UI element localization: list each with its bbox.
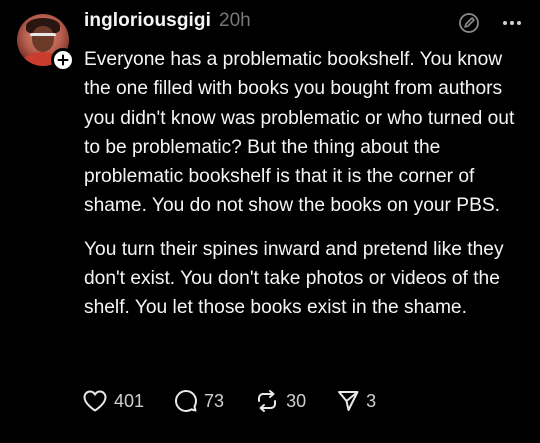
share-button[interactable]: 3 — [336, 389, 376, 413]
action-bar: 401 73 30 3 — [82, 389, 406, 413]
repost-icon — [258, 390, 277, 412]
follow-button[interactable] — [51, 48, 75, 72]
post-body: Everyone has a problematic bookshelf. Yo… — [84, 45, 524, 337]
avatar-glasses — [30, 33, 56, 40]
reply-count: 73 — [204, 390, 225, 411]
edit-button[interactable] — [458, 12, 480, 34]
post-header: ingloriousgigi 20h — [84, 10, 251, 38]
repost-count: 30 — [286, 390, 307, 411]
plus-icon — [57, 54, 69, 66]
reply-button[interactable]: 73 — [174, 389, 224, 413]
thread-post: ingloriousgigi 20h Everyone has a proble… — [0, 0, 540, 443]
more-icon — [503, 21, 521, 25]
comment-icon — [175, 390, 198, 412]
more-button[interactable] — [502, 20, 522, 26]
heart-icon — [83, 390, 107, 412]
repost-button[interactable]: 30 — [254, 389, 306, 413]
edit-icon — [459, 13, 479, 33]
header-actions — [458, 12, 522, 34]
post-paragraph: Everyone has a problematic bookshelf. Yo… — [84, 49, 515, 217]
post-paragraph: You turn their spines inward and pretend… — [84, 238, 504, 319]
avatar-container[interactable] — [17, 14, 75, 72]
share-count: 3 — [366, 390, 377, 411]
like-button[interactable]: 401 — [82, 389, 144, 413]
send-icon — [338, 391, 359, 411]
timestamp: 20h — [219, 10, 251, 31]
like-count: 401 — [114, 390, 145, 411]
username[interactable]: ingloriousgigi — [84, 10, 211, 32]
